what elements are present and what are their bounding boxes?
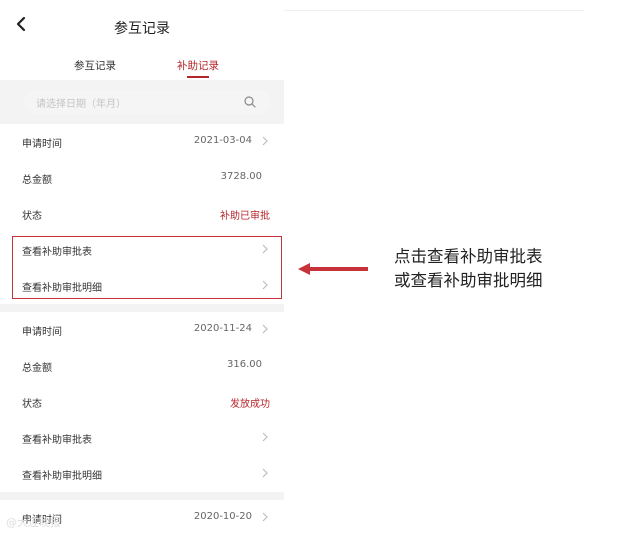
apply-time-value: 2021-03-04: [193, 135, 252, 146]
view-approval-form-label: 查看补助审批表: [22, 435, 92, 446]
apply-time-row[interactable]: 申请时间 2020-11-24: [0, 312, 284, 348]
total-amount-value: 3728.00: [220, 171, 262, 182]
status-row: 状态 补助已审批: [0, 196, 284, 232]
total-amount-value: 316.00: [227, 359, 262, 370]
status-value: 补助已审批: [220, 211, 270, 222]
apply-time-value: 2020-10-20: [193, 511, 252, 522]
status-row: 状态 发放成功: [0, 384, 284, 420]
page-title: 参互记录: [114, 21, 170, 37]
apply-time-label: 申请时间: [22, 139, 62, 150]
divider-line: [284, 10, 584, 11]
search-icon[interactable]: [244, 96, 256, 108]
highlight-box: [12, 236, 282, 299]
status-label: 状态: [22, 211, 42, 222]
total-amount-row: 总金额 316.00: [0, 348, 284, 384]
view-approval-detail-row[interactable]: 查看补助审批明细: [0, 456, 284, 492]
chevron-right-icon: [262, 468, 268, 478]
record-separator: [0, 304, 284, 312]
chevron-right-icon: [262, 136, 268, 146]
total-amount-label: 总金额: [22, 175, 52, 186]
annotation-line-2: 或查看补助审批明细: [394, 271, 543, 290]
status-value: 发放成功: [230, 399, 270, 410]
view-approval-form-row[interactable]: 查看补助审批表: [0, 420, 284, 456]
status-label: 状态: [22, 399, 42, 410]
apply-time-row[interactable]: 申请时间 2021-03-04: [0, 124, 284, 160]
chevron-right-icon: [262, 324, 268, 334]
chevron-right-icon: [262, 512, 268, 522]
tab-mutual-records[interactable]: 参互记录: [74, 58, 116, 73]
watermark: @大连晚报: [6, 516, 61, 529]
chevron-right-icon: [262, 432, 268, 442]
tab-bar: 参互记录 补助记录: [0, 48, 284, 80]
total-amount-label: 总金额: [22, 363, 52, 374]
search-placeholder: 请选择日期（年月）: [36, 99, 126, 110]
apply-time-value: 2020-11-24: [193, 323, 252, 334]
active-tab-indicator: [187, 76, 209, 78]
annotation-line-1: 点击查看补助审批表: [394, 247, 543, 266]
view-approval-detail-label: 查看补助审批明细: [22, 471, 102, 482]
pointer-arrow-icon: [298, 263, 368, 275]
header-bar: 参互记录: [0, 0, 284, 48]
tab-subsidy-records[interactable]: 补助记录: [177, 58, 219, 73]
annotation-text: 点击查看补助审批表 或查看补助审批明细: [394, 245, 543, 293]
apply-time-label: 申请时间: [22, 327, 62, 338]
total-amount-row: 总金额 3728.00: [0, 160, 284, 196]
record-separator: [0, 492, 284, 500]
